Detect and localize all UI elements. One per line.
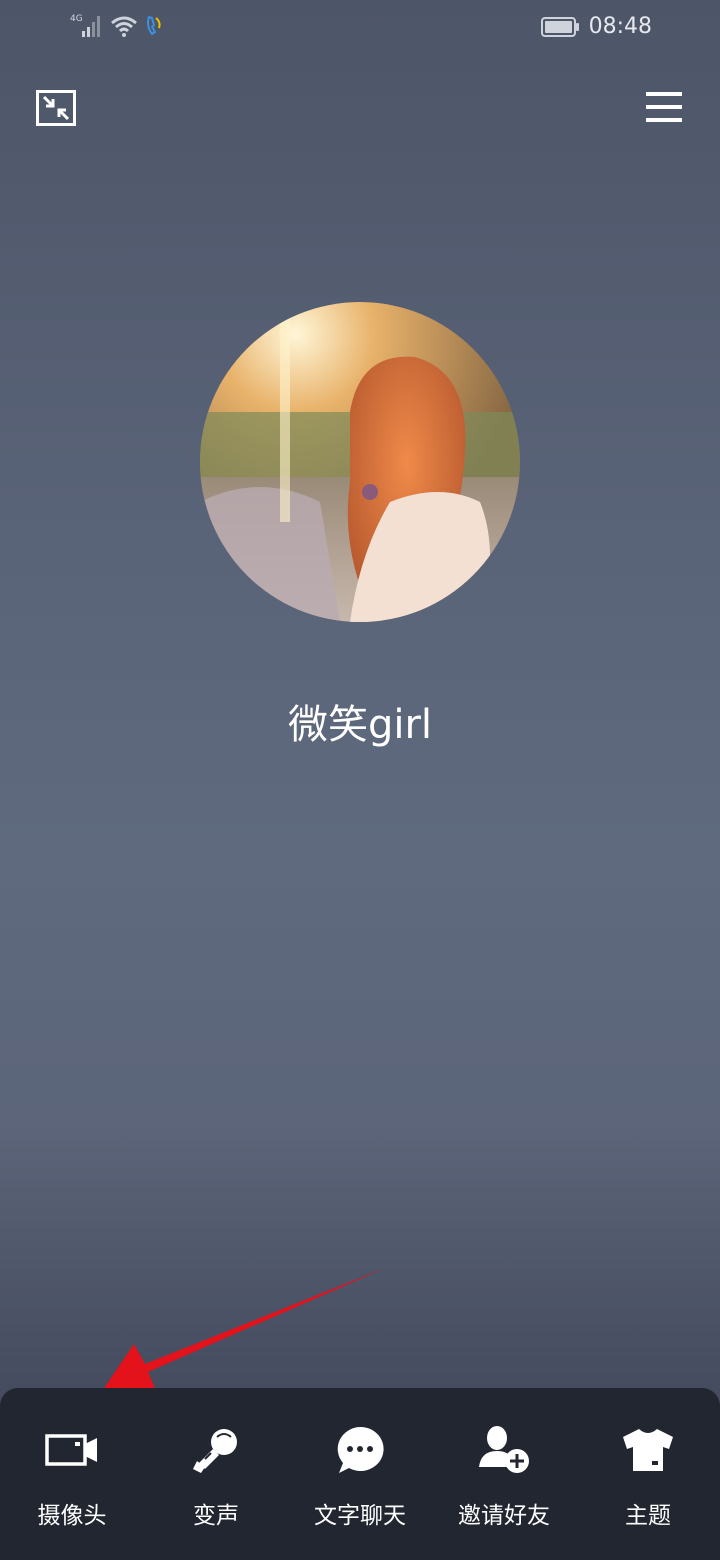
theme-button[interactable]: 主题 bbox=[576, 1388, 720, 1560]
chat-bubble-icon bbox=[337, 1426, 384, 1473]
status-bar: 4G 08:48 bbox=[0, 0, 720, 56]
text-chat-label: 文字聊天 bbox=[314, 1503, 406, 1529]
camera-button[interactable]: 摄像头 bbox=[0, 1388, 144, 1560]
call-action-panel: 摄像头 变声 文字聊天 邀请好友 主题 bbox=[0, 1388, 720, 1560]
text-chat-button[interactable]: 文字聊天 bbox=[288, 1388, 432, 1560]
status-right: 08:48 bbox=[540, 14, 652, 39]
signal-icon: 4G bbox=[70, 14, 100, 37]
voice-changer-icon-wrap bbox=[188, 1424, 244, 1476]
theme-label: 主题 bbox=[625, 1503, 671, 1529]
menu-button[interactable] bbox=[646, 90, 682, 124]
minimize-button[interactable] bbox=[36, 90, 76, 126]
minimize-window-icon bbox=[36, 90, 76, 126]
avatar-photo bbox=[200, 302, 520, 622]
invite-friend-button[interactable]: 邀请好友 bbox=[432, 1388, 576, 1560]
theme-shirt-icon bbox=[623, 1429, 673, 1471]
contact-name: 微笑girl bbox=[287, 702, 433, 748]
status-left: 4G bbox=[70, 12, 164, 38]
wifi-icon bbox=[111, 16, 137, 37]
voice-changer-label: 变声 bbox=[193, 1503, 239, 1529]
camera-label: 摄像头 bbox=[37, 1503, 107, 1529]
voice-changer-button[interactable]: 变声 bbox=[144, 1388, 288, 1560]
battery-icon bbox=[540, 16, 579, 37]
voice-changer-icon bbox=[193, 1429, 237, 1473]
chat-bubble-icon-wrap bbox=[332, 1424, 388, 1476]
status-time: 08:48 bbox=[588, 14, 652, 39]
avatar bbox=[200, 302, 520, 622]
add-friend-icon bbox=[479, 1426, 529, 1473]
invite-friend-label: 邀请好友 bbox=[458, 1503, 550, 1529]
camera-icon-wrap bbox=[44, 1424, 100, 1476]
add-friend-icon-wrap bbox=[476, 1424, 532, 1476]
call-icon bbox=[147, 15, 161, 36]
network-type-label: 4G bbox=[70, 14, 83, 24]
hamburger-menu-icon bbox=[646, 92, 682, 122]
camera-icon bbox=[45, 1434, 97, 1466]
theme-shirt-icon-wrap bbox=[620, 1424, 676, 1476]
